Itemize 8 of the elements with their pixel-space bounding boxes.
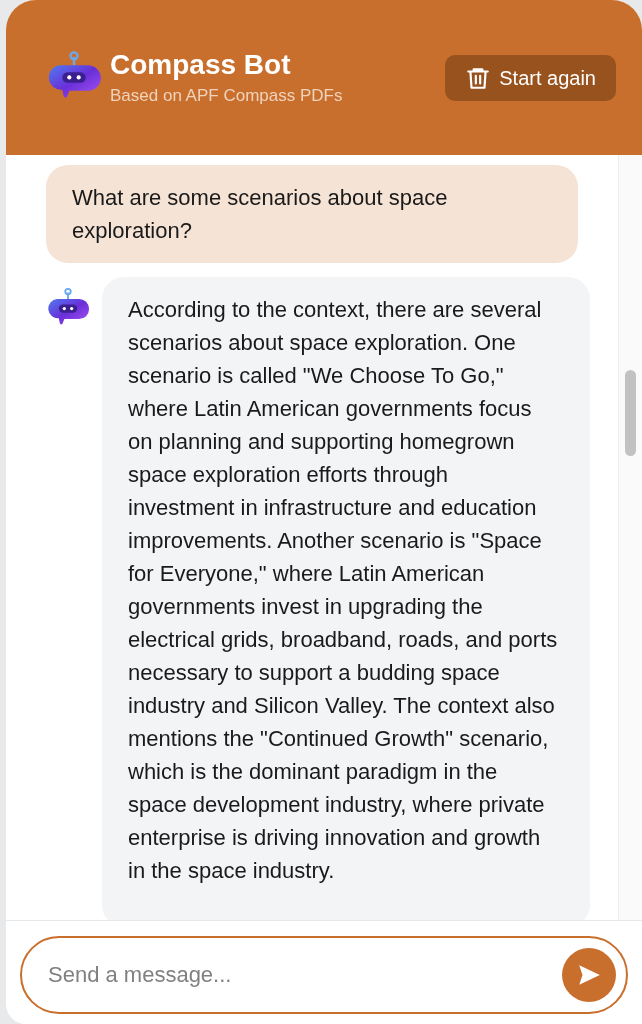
start-again-button[interactable]: Start again: [445, 54, 616, 101]
send-icon: [576, 962, 602, 988]
bot-message: According to the context, there are several scenarios about space exploration. One scenario is called "We Choose To Go," where Latin American governments focus on planning and supporting homegrown space exploration efforts through investment in infrastructure and education improvements. Another scenario is "Space for Everyone," where Latin American governments invest in upgrading the electrical grids, broadband, roads, and ports necessary to support a budding space industry and Silicon Valley. The context also mentions the "Continued Growth" scenario, which is the dominant paradigm in the space development industry, where private enterprise is driving innovation and growth in the space industry.: [102, 277, 590, 920]
scrollbar-thumb[interactable]: [625, 370, 636, 456]
bot-title: Compass Bot: [110, 47, 292, 82]
bot-subtitle: Based on APF Compass PDFs: [110, 84, 343, 107]
user-message: What are some scenarios about space exploration?: [46, 165, 578, 263]
message-input[interactable]: Send a message...: [20, 936, 628, 1014]
